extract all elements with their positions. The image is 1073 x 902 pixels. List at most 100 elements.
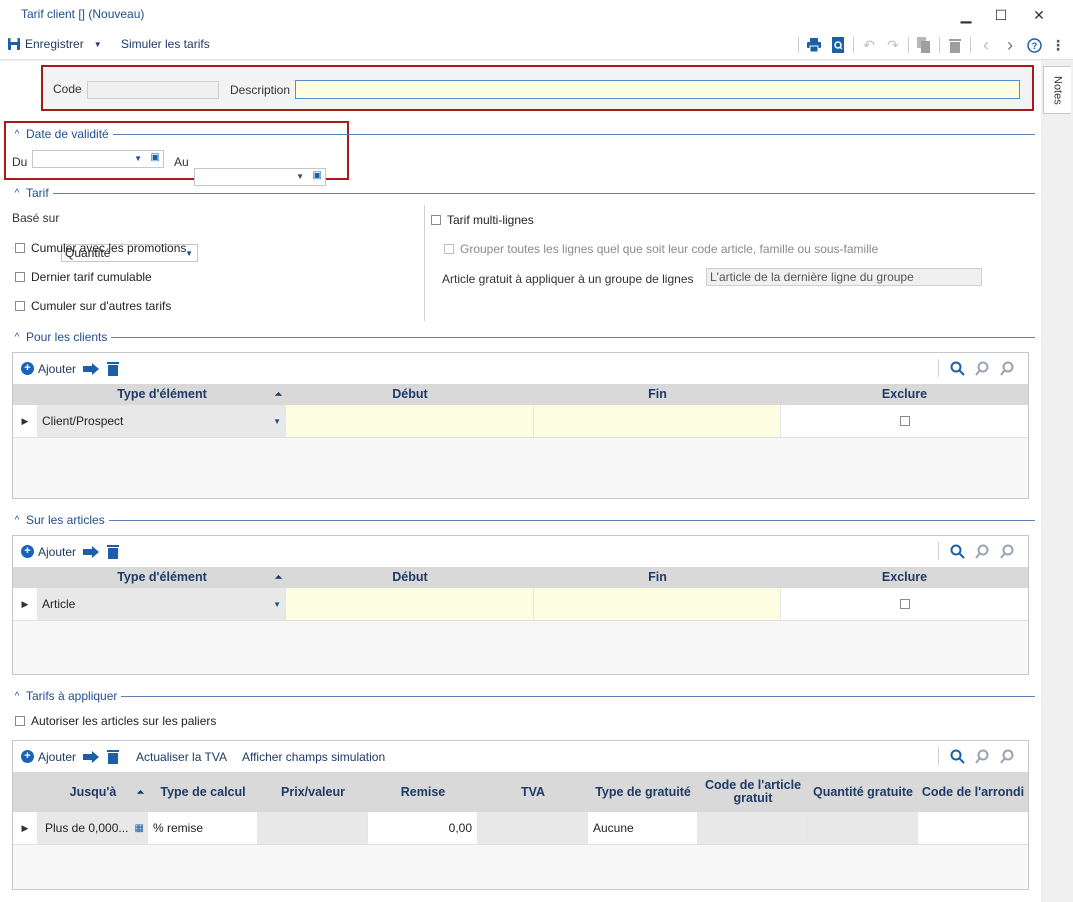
help-icon[interactable]: ?	[1024, 36, 1044, 54]
cell-calc-type[interactable]: % remise	[148, 812, 258, 844]
column-header-free-qty[interactable]: Quantité gratuite	[808, 772, 918, 812]
column-header-type[interactable]: Type d'élément ⏶	[38, 384, 286, 405]
search-next-icon[interactable]	[996, 358, 1018, 378]
previous-icon[interactable]: ‹	[976, 35, 996, 55]
calculator-icon[interactable]: ▦	[135, 823, 144, 834]
cell-upto[interactable]: Plus de 0,000... ▦	[38, 812, 148, 844]
cell-price[interactable]	[258, 812, 368, 844]
chevron-down-icon[interactable]: ▼	[134, 154, 142, 163]
cell-exclude[interactable]	[781, 588, 1028, 620]
chevron-down-icon[interactable]: ▼	[273, 417, 281, 426]
column-header-calc-type[interactable]: Type de calcul	[148, 772, 258, 812]
print-preview-icon[interactable]	[828, 36, 848, 54]
search-icon[interactable]	[946, 746, 968, 766]
search-previous-icon[interactable]	[971, 541, 993, 561]
sort-ascending-icon[interactable]: ⏶	[275, 388, 282, 401]
trash-icon[interactable]	[102, 359, 124, 379]
save-dropdown-icon[interactable]: ▼	[94, 40, 102, 49]
row-selector-icon[interactable]: ▶	[13, 405, 38, 437]
column-header-end[interactable]: Fin	[534, 567, 781, 588]
cell-vat[interactable]	[478, 812, 588, 844]
collapse-icon[interactable]: ^	[12, 129, 22, 140]
next-icon[interactable]: ›	[1000, 35, 1020, 55]
sort-ascending-icon[interactable]: ⏶	[275, 571, 282, 584]
arrow-right-icon[interactable]	[80, 542, 102, 562]
column-header-upto[interactable]: Jusqu'à ⏶	[38, 772, 148, 812]
cell-type[interactable]: Article ▼	[38, 588, 286, 620]
articles-section-header[interactable]: ^ Sur les articles	[12, 513, 109, 527]
column-header-start[interactable]: Début	[286, 567, 534, 588]
cell-end[interactable]	[534, 588, 781, 620]
column-header-type[interactable]: Type d'élément ⏶	[38, 567, 286, 588]
delete-icon[interactable]	[945, 36, 965, 54]
column-header-exclude[interactable]: Exclure	[781, 567, 1028, 588]
cell-free-type[interactable]: Aucune	[588, 812, 698, 844]
cell-start[interactable]	[286, 588, 534, 620]
search-icon[interactable]	[946, 358, 968, 378]
chevron-down-icon[interactable]: ▼	[296, 172, 304, 181]
print-icon[interactable]	[804, 36, 824, 54]
update-vat-button[interactable]: Actualiser la TVA	[136, 750, 227, 764]
copy-icon[interactable]	[914, 36, 934, 54]
column-header-exclude[interactable]: Exclure	[781, 384, 1028, 405]
redo-icon[interactable]: ↷	[883, 36, 903, 54]
search-previous-icon[interactable]	[971, 746, 993, 766]
table-row[interactable]: ▶ Client/Prospect ▼	[13, 405, 1028, 438]
trash-icon[interactable]	[102, 747, 124, 767]
search-previous-icon[interactable]	[971, 358, 993, 378]
calendar-icon[interactable]: ▣	[151, 152, 160, 163]
collapse-icon[interactable]: ^	[12, 332, 22, 343]
column-header-discount[interactable]: Remise	[368, 772, 478, 812]
arrow-right-icon[interactable]	[80, 359, 102, 379]
search-next-icon[interactable]	[996, 746, 1018, 766]
calendar-icon[interactable]: ▣	[313, 170, 322, 181]
table-row[interactable]: ▶ Plus de 0,000... ▦ % remise 0,00 Aucun…	[13, 812, 1028, 845]
collapse-icon[interactable]: ^	[12, 515, 22, 526]
articles-add-button[interactable]: + Ajouter	[21, 545, 76, 559]
arrow-right-icon[interactable]	[80, 747, 102, 767]
exclude-checkbox[interactable]	[899, 416, 910, 426]
notes-tab[interactable]: Notes	[1043, 66, 1071, 114]
row-selector-icon[interactable]: ▶	[13, 588, 38, 620]
from-date-picker[interactable]: ▼ ▣	[32, 150, 164, 168]
to-date-picker[interactable]: ▼ ▣	[194, 168, 326, 186]
collapse-icon[interactable]: ^	[12, 188, 22, 199]
cumulate-promotions-row[interactable]: Cumuler avec les promotions	[15, 241, 186, 255]
sort-ascending-icon[interactable]: ⏶	[137, 786, 144, 799]
cell-end[interactable]	[534, 405, 781, 437]
column-header-price[interactable]: Prix/valeur	[258, 772, 368, 812]
cell-start[interactable]	[286, 405, 534, 437]
apply-section-header[interactable]: ^ Tarifs à appliquer	[12, 689, 122, 703]
clients-section-header[interactable]: ^ Pour les clients	[12, 330, 112, 344]
allow-tiers-checkbox[interactable]	[15, 716, 25, 726]
show-simulation-button[interactable]: Afficher champs simulation	[242, 750, 385, 764]
last-cumulative-checkbox[interactable]	[15, 272, 25, 282]
cell-free-qty[interactable]	[808, 812, 918, 844]
cell-type[interactable]: Client/Prospect ▼	[38, 405, 286, 437]
undo-icon[interactable]: ↶	[859, 36, 879, 54]
multi-lines-row[interactable]: Tarif multi-lignes	[431, 213, 534, 227]
column-header-start[interactable]: Début	[286, 384, 534, 405]
column-header-vat[interactable]: TVA	[478, 772, 588, 812]
row-selector-icon[interactable]: ▶	[13, 812, 38, 844]
cumulate-promotions-checkbox[interactable]	[15, 243, 25, 253]
maximize-button[interactable]: ☐	[989, 4, 1013, 26]
save-button[interactable]: Enregistrer ▼	[7, 37, 102, 51]
clients-add-button[interactable]: + Ajouter	[21, 362, 76, 376]
minimize-button[interactable]: ▁	[954, 4, 978, 26]
apply-add-button[interactable]: + Ajouter	[21, 750, 76, 764]
column-header-free-code[interactable]: Code de l'article gratuit	[698, 772, 808, 812]
tarif-section-header[interactable]: ^ Tarif	[12, 186, 53, 200]
column-header-end[interactable]: Fin	[534, 384, 781, 405]
validity-section-header[interactable]: ^ Date de validité	[12, 127, 113, 141]
column-header-free-type[interactable]: Type de gratuité	[588, 772, 698, 812]
simulate-button[interactable]: Simuler les tarifs	[121, 37, 210, 51]
chevron-down-icon[interactable]: ▼	[273, 600, 281, 609]
multi-lines-checkbox[interactable]	[431, 215, 441, 225]
last-cumulative-row[interactable]: Dernier tarif cumulable	[15, 270, 152, 284]
allow-tiers-row[interactable]: Autoriser les articles sur les paliers	[15, 714, 216, 728]
cell-exclude[interactable]	[781, 405, 1028, 437]
code-field[interactable]	[87, 81, 219, 99]
cell-rounding[interactable]	[918, 812, 1028, 844]
search-icon[interactable]	[946, 541, 968, 561]
